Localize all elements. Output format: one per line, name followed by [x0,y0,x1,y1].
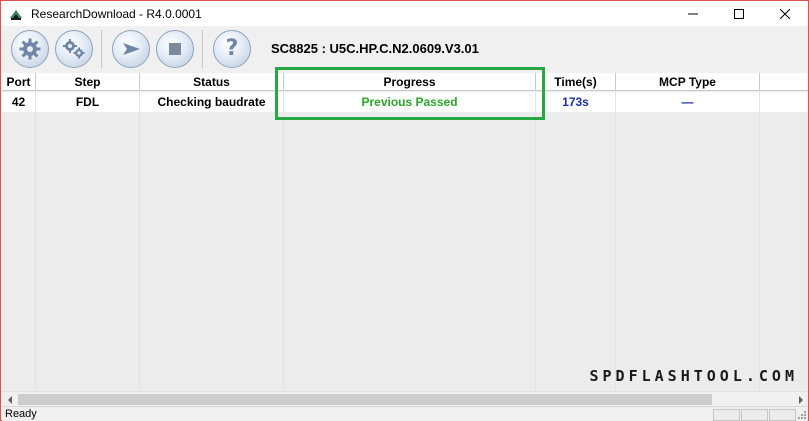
column-header-mcp-type[interactable]: MCP Type [616,73,760,91]
close-icon [780,8,790,19]
grid-column-line [35,112,36,391]
status-bar: Ready [2,406,808,421]
stop-icon [169,42,181,55]
cell-time: 173s [536,92,616,112]
cell-port: 42 [2,92,36,112]
grid-column-line [139,112,140,391]
column-header-port[interactable]: Port [2,73,36,91]
toolbar-separator [101,29,102,68]
minimize-button[interactable] [670,1,716,26]
grid-header: Port Step Status Progress Time(s) MCP Ty… [2,73,808,91]
title-bar[interactable]: ResearchDownload - R4.0.0001 [1,1,808,26]
grid-column-line [283,112,284,391]
cell-mcp-type: — [616,92,760,112]
start-button[interactable] [112,29,150,68]
column-header-time[interactable]: Time(s) [536,73,616,91]
maximize-icon [734,8,744,19]
play-icon [123,42,140,55]
status-panel [713,409,740,421]
app-window: ResearchDownload - R4.0.0001 ? SC8825: … [0,0,809,421]
help-icon: ? [225,36,239,61]
maximize-button[interactable] [716,1,762,26]
scrollbar-thumb[interactable] [18,394,712,405]
load-packet-button[interactable] [11,29,49,68]
toolbar: ? SC8825 : U5C.HP.C.N2.0609.V3.01 [2,26,808,71]
watermark: SPDFLASHTOOL.COM [589,367,798,385]
settings-gears-icon [63,38,85,58]
table-row[interactable]: 42 FDL Checking baudrate Previous Passed… [2,92,808,112]
status-panel [741,409,768,421]
help-button[interactable]: ? [213,29,251,68]
close-button[interactable] [762,1,808,26]
chevron-left-icon [7,395,12,404]
cell-step: FDL [36,92,140,112]
cell-progress: Previous Passed [284,92,536,112]
chevron-right-icon [798,395,803,404]
scroll-right-button[interactable] [793,393,808,406]
status-text: Ready [5,408,37,420]
toolbar-separator [202,29,203,68]
minimize-icon [688,13,698,14]
resize-grip-icon[interactable] [796,409,807,420]
scroll-left-button[interactable] [2,393,17,406]
column-header-progress[interactable]: Progress [284,73,536,91]
column-header-step[interactable]: Step [36,73,140,91]
app-icon [10,9,22,20]
stop-button[interactable] [156,29,194,68]
grid-column-line [615,112,616,391]
status-panel [769,409,796,421]
window-controls [670,1,808,26]
grid-column-line [759,112,760,391]
cell-status: Checking baudrate [140,92,284,112]
window-title: ResearchDownload - R4.0.0001 [31,6,202,21]
grid-column-line [535,112,536,391]
gear-icon [19,38,41,59]
device-label: SC8825 : U5C.HP.C.N2.0609.V3.01 [271,41,479,56]
port-list-grid: Port Step Status Progress Time(s) MCP Ty… [2,73,808,391]
horizontal-scrollbar[interactable] [2,391,808,406]
column-header-status[interactable]: Status [140,73,284,91]
settings-button[interactable] [55,29,93,68]
